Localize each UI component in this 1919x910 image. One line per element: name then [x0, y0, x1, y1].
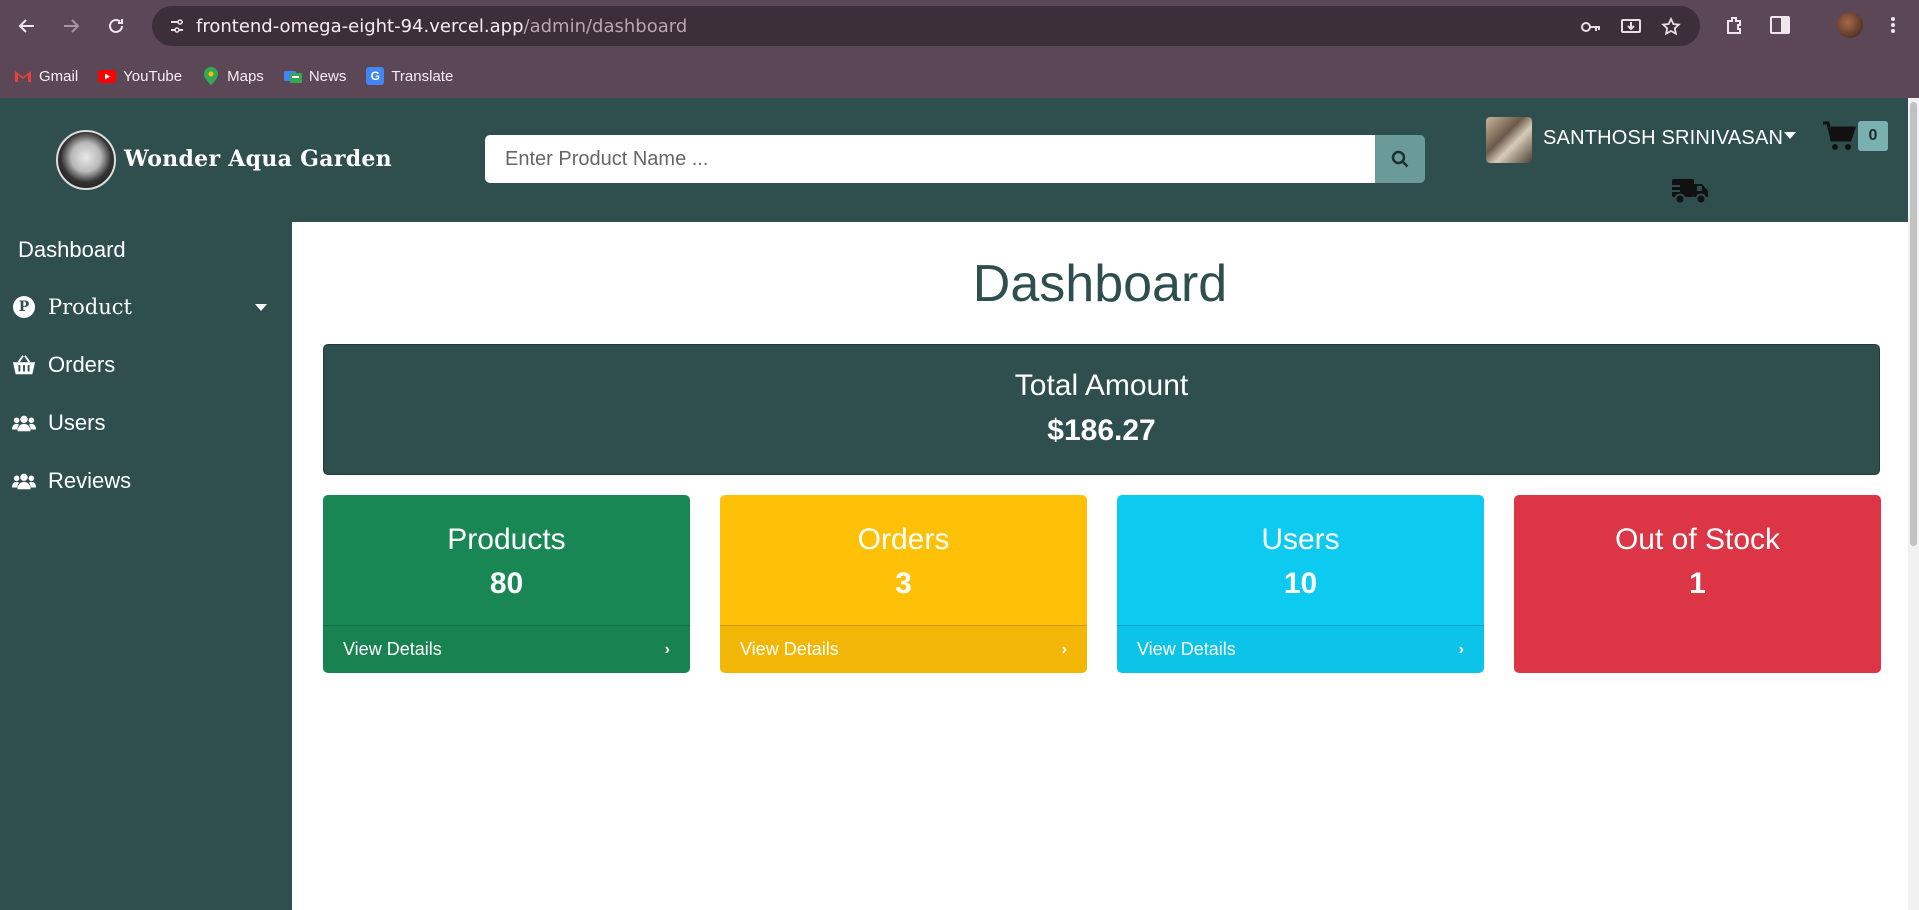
card-label: Out of Stock [1614, 523, 1781, 556]
bookmark-label: Gmail [39, 67, 79, 85]
card-label: Orders [857, 523, 950, 556]
chevron-right-icon: › [1458, 640, 1464, 658]
browser-toolbar: frontend-omega-eight-94.vercel.app/admin… [0, 0, 1919, 54]
brand-name[interactable]: Wonder Aqua Garden [124, 146, 392, 172]
card-value: 80 [489, 567, 524, 600]
cart-icon[interactable] [1822, 120, 1856, 152]
install-app-icon[interactable] [1620, 16, 1642, 38]
site-info-icon[interactable] [166, 15, 188, 37]
page-scrollbar[interactable] [1908, 98, 1919, 910]
bookmark-star-icon[interactable] [1660, 16, 1682, 38]
bookmarks-bar: Gmail YouTube Maps News G Translate [0, 54, 1919, 98]
user-avatar[interactable] [1486, 117, 1532, 163]
sidebar-item-label: Product [48, 295, 132, 319]
truck-icon[interactable] [1670, 174, 1710, 206]
search-input[interactable] [485, 135, 1375, 183]
view-details-link[interactable]: View Details › [720, 625, 1087, 673]
out-of-stock-card: Out of Stock 1 [1514, 495, 1881, 673]
bookmark-maps[interactable]: Maps [202, 67, 264, 85]
bookmark-gmail[interactable]: Gmail [14, 67, 78, 85]
users-icon [12, 411, 36, 435]
page: Wonder Aqua Garden SANTHOSH SRINIVASAN 0 [0, 98, 1919, 910]
search-bar [485, 135, 1425, 183]
sidebar-item-label: Dashboard [18, 237, 126, 262]
bookmark-youtube[interactable]: YouTube [98, 67, 182, 85]
sidebar-item-users[interactable]: Users [0, 399, 292, 447]
brand-logo[interactable] [56, 130, 116, 190]
bookmark-label: News [308, 67, 347, 85]
address-bar[interactable]: frontend-omega-eight-94.vercel.app/admin… [152, 6, 1700, 46]
bookmark-label: YouTube [123, 67, 183, 85]
basket-icon [12, 353, 36, 377]
card-label: Users [1261, 523, 1340, 556]
reload-icon[interactable] [100, 10, 132, 42]
total-amount-label: Total Amount [1014, 369, 1189, 402]
user-menu-caret-icon[interactable] [1784, 132, 1796, 139]
maps-icon [202, 67, 220, 85]
product-p-icon: P [12, 295, 36, 319]
cart-count-badge[interactable]: 0 [1858, 121, 1888, 151]
youtube-icon [98, 67, 117, 85]
chevron-right-icon: › [1061, 640, 1067, 658]
products-card: Products 80 View Details › [323, 495, 690, 673]
user-name[interactable]: SANTHOSH SRINIVASAN [1543, 127, 1783, 150]
back-icon[interactable] [11, 10, 43, 42]
card-value: 1 [1689, 567, 1706, 600]
url-text: frontend-omega-eight-94.vercel.app/admin… [196, 16, 687, 37]
page-title: Dashboard [972, 255, 1228, 313]
chevron-right-icon: › [664, 640, 670, 658]
side-panel-icon[interactable] [1767, 12, 1793, 38]
gmail-icon [14, 67, 32, 85]
view-details-label: View Details [740, 639, 839, 659]
users-icon [12, 469, 36, 493]
sidebar-item-label: Orders [48, 352, 116, 377]
bookmark-news[interactable]: News [283, 67, 347, 85]
profile-avatar[interactable] [1837, 12, 1863, 38]
view-details-label: View Details [343, 639, 442, 659]
news-icon [283, 67, 302, 85]
card-label: Products [447, 523, 566, 556]
bookmark-label: Maps [227, 67, 264, 85]
search-button[interactable] [1375, 135, 1425, 183]
view-details-link[interactable]: View Details › [1117, 625, 1484, 673]
card-value: 10 [1283, 567, 1318, 600]
translate-icon: G [366, 67, 385, 85]
sidebar-item-orders[interactable]: Orders [0, 341, 292, 389]
view-details-link[interactable]: View Details › [323, 625, 690, 673]
key-icon[interactable] [1580, 16, 1602, 38]
users-card: Users 10 View Details › [1117, 495, 1484, 673]
url-host: frontend-omega-eight-94.vercel.app [196, 16, 524, 37]
sidebar-item-reviews[interactable]: Reviews [0, 457, 292, 505]
extensions-icon[interactable] [1722, 12, 1748, 38]
admin-sidebar: Dashboard P Product Orders Users Reviews [0, 222, 292, 910]
view-details-label: View Details [1137, 639, 1236, 659]
sidebar-item-product[interactable]: P Product [0, 283, 292, 331]
scrollbar-thumb[interactable] [1910, 102, 1917, 546]
menu-dots-icon[interactable] [1880, 12, 1906, 38]
chevron-down-icon[interactable] [255, 303, 267, 311]
bookmark-translate[interactable]: G Translate [366, 67, 453, 85]
bookmark-label: Translate [391, 67, 454, 85]
orders-card: Orders 3 View Details › [720, 495, 1087, 673]
forward-icon[interactable] [55, 10, 87, 42]
url-path: /admin/dashboard [523, 16, 688, 37]
search-icon [1391, 150, 1409, 168]
total-amount-card: Total Amount $186.27 [323, 344, 1880, 475]
sidebar-item-label: Reviews [48, 468, 132, 493]
site-header: Wonder Aqua Garden SANTHOSH SRINIVASAN 0 [0, 98, 1908, 222]
sidebar-item-dashboard[interactable]: Dashboard [0, 226, 292, 274]
total-amount-value: $186.27 [1047, 414, 1156, 447]
sidebar-item-label: Users [48, 410, 106, 435]
card-value: 3 [895, 567, 912, 600]
